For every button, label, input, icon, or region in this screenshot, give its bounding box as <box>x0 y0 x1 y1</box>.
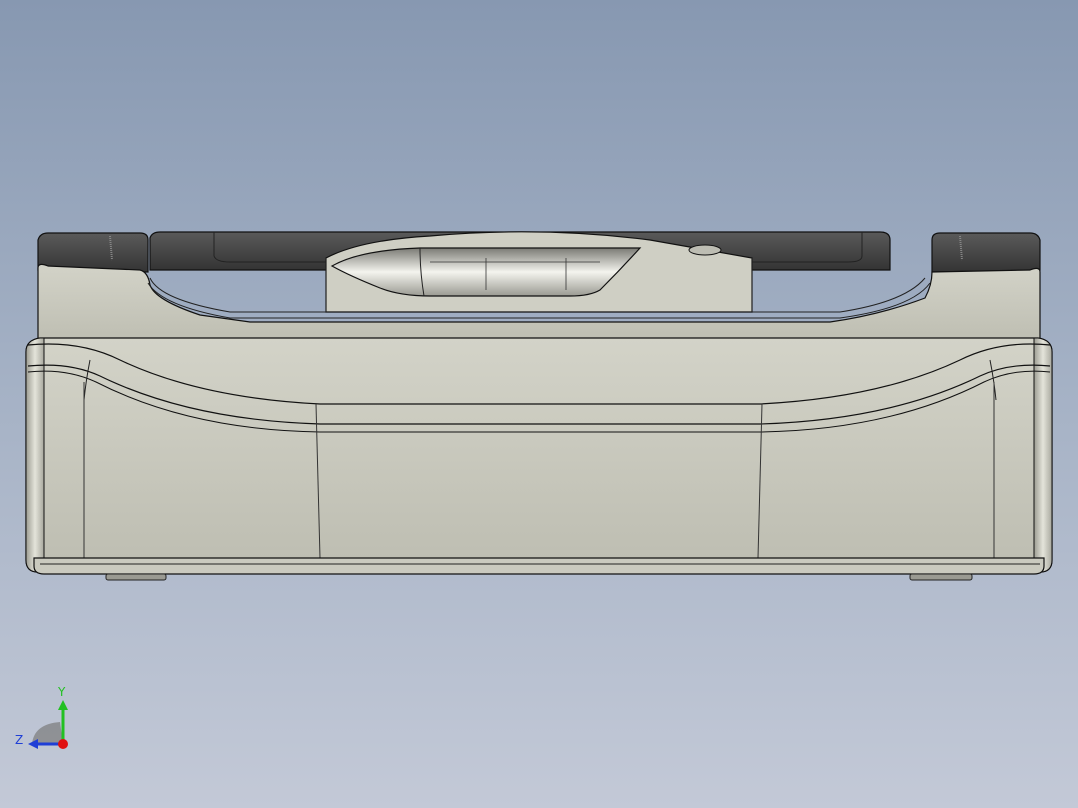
handle-button[interactable] <box>688 244 722 256</box>
x-axis-dot <box>58 739 68 749</box>
graphics-viewport[interactable]: Y Z <box>0 0 1078 808</box>
lower-body <box>25 337 1053 573</box>
base-rim <box>33 557 1045 575</box>
z-axis-label: Z <box>15 733 23 747</box>
orientation-triad: Y Z <box>15 685 68 749</box>
right-foot <box>909 573 973 581</box>
y-axis-arrow <box>58 700 68 710</box>
right-side-surface <box>1033 337 1053 573</box>
left-side-surface <box>25 337 45 573</box>
left-foot <box>105 573 167 581</box>
cad-model-view[interactable] <box>0 0 1078 808</box>
right-corner-cap <box>931 232 1041 273</box>
y-axis-label: Y <box>57 685 66 699</box>
